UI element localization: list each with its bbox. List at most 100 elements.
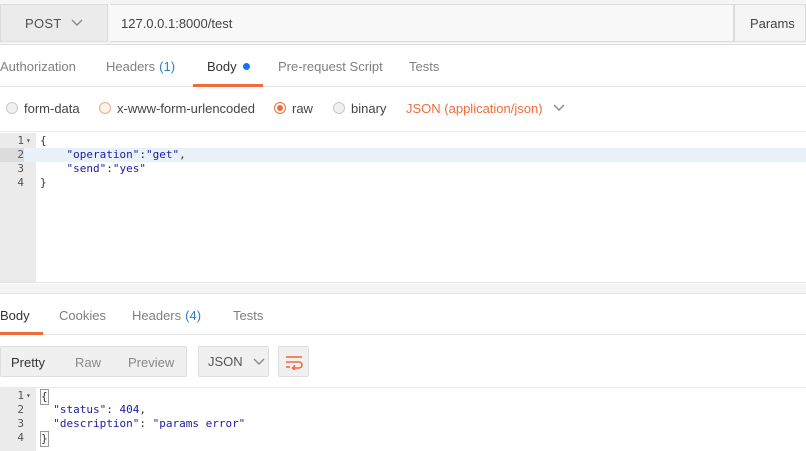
- line-number: 2: [0, 148, 24, 162]
- format-select[interactable]: JSON: [198, 346, 269, 377]
- tab-response-headers[interactable]: Headers (4): [132, 295, 201, 336]
- json-comma: ,: [139, 403, 146, 416]
- json-value: "yes": [112, 162, 146, 175]
- format-label: JSON: [208, 354, 243, 369]
- chevron-down-icon: [253, 358, 265, 365]
- json-colon: :: [106, 162, 113, 175]
- active-tab-indicator: [193, 84, 263, 87]
- fold-arrow-icon[interactable]: ▾: [26, 389, 31, 403]
- radio-circle: [6, 102, 18, 114]
- tab-tests[interactable]: Tests: [409, 46, 439, 87]
- request-body-editor[interactable]: 1 ▾ { 2 "operation":"get", 3 "send":"yes…: [0, 133, 806, 283]
- request-tabs: Authorization Headers (1) Body Pre-reque…: [0, 46, 806, 87]
- json-colon: :: [139, 417, 153, 430]
- code-text: "operation":"get",: [40, 148, 186, 162]
- code-line: 4 }: [0, 176, 806, 190]
- tab-label: Tests: [409, 59, 440, 74]
- json-key: "send": [66, 162, 107, 175]
- json-colon: :: [106, 403, 120, 416]
- code-line: 3 "send":"yes": [0, 162, 806, 176]
- view-preview-button[interactable]: Preview: [128, 355, 174, 370]
- tab-body[interactable]: Body: [207, 46, 250, 87]
- pane-splitter[interactable]: [0, 284, 806, 294]
- view-mode-segmented-control: Pretty Raw Preview: [0, 346, 187, 377]
- radio-label: raw: [292, 100, 313, 116]
- fold-arrow-icon[interactable]: ▾: [26, 134, 31, 148]
- tab-label: Body: [207, 59, 237, 74]
- wrap-lines-icon: [285, 355, 303, 370]
- modified-dot-icon: [242, 63, 250, 70]
- tab-label: Cookies: [59, 308, 106, 323]
- tab-response-body[interactable]: Body: [0, 295, 30, 336]
- radio-raw[interactable]: raw: [274, 98, 313, 118]
- params-label: Params: [750, 15, 795, 31]
- response-toolbar: Pretty Raw Preview JSON: [0, 336, 806, 386]
- wrap-lines-button[interactable]: [278, 346, 309, 377]
- url-value: 127.0.0.1:8000/test: [121, 15, 233, 31]
- line-number: 1: [17, 134, 24, 147]
- line-number: 3: [17, 162, 24, 175]
- tab-pre-request-script[interactable]: Pre-request Script: [278, 46, 383, 87]
- tab-response-tests[interactable]: Tests: [233, 295, 263, 336]
- code-text: "description": "params error": [40, 417, 245, 431]
- method-label: POST: [25, 15, 62, 31]
- line-number: 1: [17, 389, 24, 402]
- radio-x-www-form-urlencoded[interactable]: x-www-form-urlencoded: [99, 98, 255, 118]
- code-text: "send":"yes": [40, 162, 147, 176]
- radio-label: binary: [351, 100, 387, 116]
- code-text: {: [40, 134, 47, 147]
- json-value: "params error": [152, 417, 246, 430]
- method-select[interactable]: POST: [0, 4, 108, 42]
- code-line-active: 2 "operation":"get",: [0, 148, 806, 162]
- line-number: 3: [17, 417, 24, 430]
- tab-label: Authorization: [0, 59, 76, 74]
- radio-circle: [99, 102, 111, 114]
- radio-circle: [333, 102, 345, 114]
- url-bar: POST 127.0.0.1:8000/test Params: [0, 0, 806, 45]
- json-comma: ,: [179, 148, 186, 161]
- code-line: 1 ▾ {: [0, 134, 806, 148]
- line-number: 4: [17, 431, 24, 444]
- radio-label: x-www-form-urlencoded: [117, 100, 255, 116]
- code-text: }: [40, 176, 47, 189]
- tab-label: Body: [0, 308, 30, 323]
- tab-authorization[interactable]: Authorization: [0, 46, 76, 87]
- json-key: "status": [53, 403, 107, 416]
- code-text: }: [40, 431, 49, 447]
- code-line: 1 ▾ {: [0, 389, 806, 405]
- code-line: 4 }: [0, 431, 806, 447]
- json-value: "get": [145, 148, 180, 161]
- radio-circle-selected: [274, 102, 286, 114]
- tab-label: Pre-request Script: [278, 59, 383, 74]
- headers-count-badge: (1): [159, 59, 176, 74]
- line-number: 4: [17, 176, 24, 189]
- json-key: "operation": [66, 148, 140, 161]
- tab-label: Tests: [233, 308, 264, 323]
- view-raw-button[interactable]: Raw: [75, 355, 101, 370]
- response-body-viewer[interactable]: 1 ▾ { 2 "status": 404, 3 "description": …: [0, 387, 806, 451]
- code-line: 3 "description": "params error": [0, 417, 806, 431]
- tab-label: Headers: [132, 308, 182, 323]
- radio-binary[interactable]: binary: [333, 98, 386, 118]
- url-input[interactable]: 127.0.0.1:8000/test: [110, 4, 734, 42]
- radio-form-data[interactable]: form-data: [6, 98, 80, 118]
- view-pretty-button[interactable]: Pretty: [11, 355, 45, 370]
- json-key: "description": [53, 417, 140, 430]
- response-tabs: Body Cookies Headers (4) Tests: [0, 295, 806, 335]
- active-tab-indicator: [0, 332, 43, 335]
- chevron-down-icon: [553, 104, 565, 111]
- radio-label: form-data: [24, 100, 80, 116]
- json-value: 404: [119, 403, 140, 416]
- code-line: 2 "status": 404,: [0, 403, 806, 417]
- headers-count-badge: (4): [185, 308, 202, 323]
- body-type-row: form-data x-www-form-urlencoded raw bina…: [0, 88, 806, 132]
- content-type-select[interactable]: JSON (application/json): [406, 98, 565, 118]
- content-type-label: JSON (application/json): [406, 100, 543, 116]
- tab-headers[interactable]: Headers (1): [106, 46, 175, 87]
- tab-label: Headers: [106, 59, 156, 74]
- params-button[interactable]: Params: [734, 4, 806, 42]
- json-colon: :: [139, 148, 146, 161]
- tab-cookies[interactable]: Cookies: [59, 295, 106, 336]
- chevron-down-icon: [71, 19, 83, 26]
- line-number: 2: [17, 403, 24, 416]
